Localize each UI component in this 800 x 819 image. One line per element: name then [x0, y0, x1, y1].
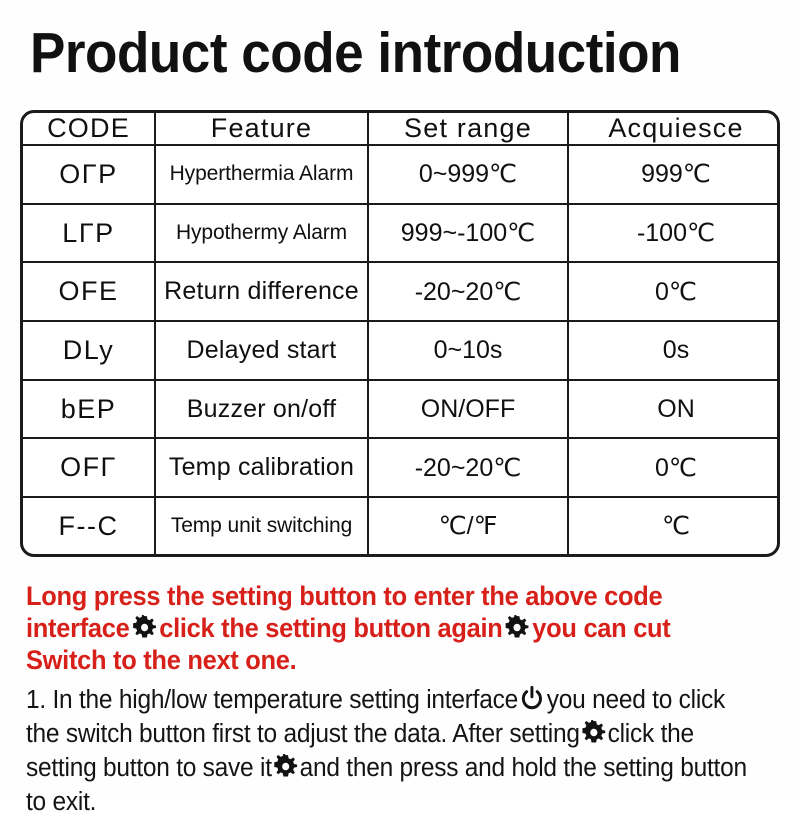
- cell-code: LΓP: [23, 203, 156, 264]
- cell-code: DLy: [23, 321, 156, 381]
- cell-range: -20~20℃: [368, 262, 569, 323]
- column-header-acquiesce: Acquiesce: [568, 113, 777, 146]
- table-row: DLy Delayed start 0~10s 0s: [23, 321, 777, 381]
- table-row: F--C Temp unit switching ℃/℉ ℃: [23, 497, 777, 554]
- table-header-row: CODE Feature Set range Acquiesce: [23, 113, 777, 146]
- cell-default: -100℃: [568, 203, 777, 264]
- code-table-container: CODE Feature Set range Acquiesce OΓP Hyp…: [20, 110, 780, 557]
- cell-code: OΓP: [23, 145, 156, 205]
- cell-default: ON: [568, 379, 777, 440]
- table-row: bEP Buzzer on/off ON/OFF ON: [23, 379, 777, 440]
- gear-icon: [505, 615, 529, 640]
- cell-feature: Hyperthermia Alarm: [155, 145, 369, 205]
- cell-code: OFΓ: [23, 438, 156, 499]
- cell-feature: Buzzer on/off: [155, 379, 369, 440]
- cell-default: 0℃: [568, 438, 777, 499]
- red-note-part2: click the setting button again: [159, 613, 503, 643]
- cell-feature: Delayed start: [155, 321, 369, 381]
- cell-feature: Temp calibration: [155, 438, 369, 499]
- cell-default: 0s: [568, 321, 777, 381]
- cell-range: ℃/℉: [368, 497, 569, 554]
- cell-range: 999~-100℃: [368, 203, 569, 264]
- cell-range: 0~999℃: [368, 145, 569, 205]
- cell-feature: Temp unit switching: [155, 497, 369, 554]
- column-header-set-range: Set range: [368, 113, 569, 146]
- table-row: OΓP Hyperthermia Alarm 0~999℃ 999℃: [23, 145, 777, 205]
- product-code-introduction-page: Product code introduction CODE Feature S…: [0, 0, 800, 816]
- cell-code: OFE: [23, 262, 156, 323]
- code-table: CODE Feature Set range Acquiesce OΓP Hyp…: [23, 113, 777, 554]
- cell-feature: Hypothermy Alarm: [155, 203, 369, 264]
- red-instruction-note: Long press the setting button to enter t…: [26, 580, 748, 676]
- cell-range: 0~10s: [368, 321, 569, 381]
- cell-default: 999℃: [568, 145, 777, 205]
- gear-icon: [582, 720, 606, 745]
- column-header-code: CODE: [23, 113, 156, 146]
- power-icon: [520, 685, 545, 711]
- table-row: LΓP Hypothermy Alarm 999~-100℃ -100℃: [23, 203, 777, 264]
- cell-range: ON/OFF: [368, 379, 569, 440]
- table-row: OFE Return difference -20~20℃ 0℃: [23, 262, 777, 323]
- gear-icon: [132, 615, 156, 640]
- gear-icon: [274, 754, 298, 779]
- cell-default: 0℃: [568, 262, 777, 323]
- column-header-feature: Feature: [155, 113, 369, 146]
- black-note-part1: 1. In the high/low temperature setting i…: [26, 686, 518, 714]
- cell-code: bEP: [23, 379, 156, 440]
- cell-code: F--C: [23, 497, 156, 554]
- table-row: OFΓ Temp calibration -20~20℃ 0℃: [23, 438, 777, 499]
- cell-feature: Return difference: [155, 262, 369, 323]
- cell-range: -20~20℃: [368, 438, 569, 499]
- cell-default: ℃: [661, 512, 691, 541]
- page-title: Product code introduction: [30, 21, 681, 85]
- black-instruction-note: 1. In the high/low temperature setting i…: [26, 683, 756, 819]
